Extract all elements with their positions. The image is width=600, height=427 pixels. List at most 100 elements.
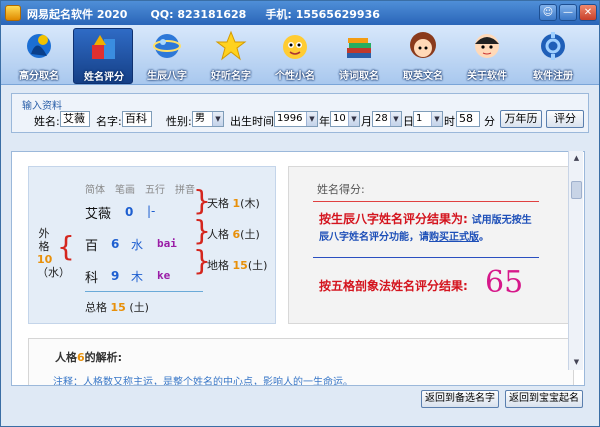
chevron-down-icon: ▼ (348, 112, 359, 126)
qq-number: 823181628 (177, 8, 247, 21)
input-panel-title: 输入资料 (22, 101, 62, 112)
tool-gaofen-quming[interactable]: 高分取名 (9, 28, 69, 84)
red-divider (313, 201, 539, 202)
main-toolbar: 高分取名 姓名评分 生辰八字 好听名字 个性小名 诗词取名 取英文名 关于软件 … (1, 25, 599, 85)
skin-button[interactable]: ☺ (539, 4, 557, 21)
zongge-divider (85, 291, 203, 292)
trial-notice-end: 。 (479, 232, 489, 243)
chevron-down-icon: ▼ (306, 112, 317, 126)
tool-label: 取英文名 (403, 71, 443, 82)
bazi-result-label: 按生辰八字姓名评分结果为: (319, 212, 468, 226)
star-icon (215, 30, 247, 61)
cartoon-face-icon (283, 35, 307, 59)
month-unit: 月 (361, 115, 372, 128)
title-bar[interactable]: 网易起名软件 2020 QQ: 823181628 手机: 1556562993… (1, 1, 599, 25)
year-unit: 年 (319, 115, 330, 128)
minute-input[interactable]: 58 (456, 111, 480, 127)
waige-element: （水） (37, 266, 70, 279)
buy-full-version-link[interactable]: 购买正式版 (429, 232, 479, 243)
year-select[interactable]: 1996 ▼ (274, 111, 318, 127)
name-grid-panel: 简体 笔画 五行 拼音 外格 10 （水） { 艾薇 0 |- 百 6 水 ba… (28, 166, 276, 324)
shapes-icon (92, 35, 115, 59)
minimize-button[interactable]: — (559, 4, 577, 21)
element-given-2: 木 (131, 270, 144, 284)
hour-select[interactable]: 1 ▼ (413, 111, 443, 127)
tool-qu-yingwenming[interactable]: 取英文名 (393, 28, 453, 84)
scroll-up-icon[interactable]: ▲ (569, 151, 584, 166)
app-logo-icon (5, 5, 21, 21)
chevron-down-icon: ▼ (390, 112, 401, 126)
input-panel: 输入资料 姓名: 艾薇 名字: 百科 性别: 男 ▼ 出生时间: 1996 ▼ … (11, 93, 589, 133)
zongge: 总格 15 (土) (85, 299, 149, 315)
tool-haoting-mingzi[interactable]: 好听名字 (201, 28, 261, 84)
month-value: 10 (333, 113, 346, 124)
back-to-candidates-button[interactable]: 返回到备选名字 (421, 390, 499, 408)
zongge-element: (土) (129, 301, 149, 314)
minute-unit: 分 (484, 115, 495, 128)
phone-label: 手机: (265, 8, 292, 21)
qq-label: QQ: (150, 8, 174, 21)
back-to-baby-naming-button[interactable]: 返回到宝宝起名 (505, 390, 583, 408)
tool-guanyu-ruanjian[interactable]: 关于软件 (457, 28, 517, 84)
tool-label: 诗词取名 (339, 71, 379, 82)
tiange-label: 天格 (207, 197, 229, 210)
tool-gexing-xiaoming[interactable]: 个性小名 (265, 28, 325, 84)
renge-element: (土) (240, 228, 260, 241)
window-title: 网易起名软件 2020 QQ: 823181628 手机: 1556562993… (27, 6, 380, 22)
gender-label: 性别: (166, 115, 192, 128)
scroll-thumb[interactable] (571, 181, 582, 199)
tool-label: 高分取名 (19, 71, 59, 82)
wuge-score: 65 (485, 265, 524, 300)
birth-time-label: 出生时间: (230, 115, 278, 128)
strokes-surname: 0 (125, 205, 134, 219)
col-header-strokes: 笔画 (115, 185, 135, 196)
analysis-title-post: 的解析: (84, 351, 123, 364)
globe-icon (153, 34, 181, 58)
results-scrollbar[interactable]: ▲ ▼ (568, 151, 583, 370)
score-title: 姓名得分: (317, 183, 365, 196)
month-select[interactable]: 10 ▼ (330, 111, 360, 127)
zongge-label: 总格 (85, 301, 107, 314)
char-surname: 艾薇 (85, 207, 112, 222)
tool-ruanjian-zhuce[interactable]: 软件注册 (523, 28, 583, 84)
tool-label: 关于软件 (467, 71, 507, 82)
col-header-simplified: 简体 (85, 185, 105, 196)
calendar-button[interactable]: 万年历 (500, 110, 542, 128)
tool-xingming-pingfen[interactable]: 姓名评分 (73, 28, 133, 84)
surname-input[interactable]: 艾薇 (60, 111, 90, 127)
surname-label: 姓名: (34, 115, 60, 128)
renge: 人格 6(土) (207, 226, 260, 242)
close-button[interactable]: ✕ (579, 4, 597, 21)
tool-label: 生辰八字 (147, 71, 187, 82)
day-select[interactable]: 28 ▼ (372, 111, 402, 127)
strokes-given-2: 9 (111, 269, 120, 283)
pinyin-given-1: bai (157, 237, 177, 250)
cartoon-boy-icon (475, 34, 499, 58)
tool-shici-quming[interactable]: 诗词取名 (329, 28, 389, 84)
tiange-element: (木) (240, 197, 260, 210)
hour-value: 1 (416, 113, 423, 124)
char-given-2: 科 (85, 271, 99, 286)
analysis-title-num: 6 (77, 351, 85, 364)
strokes-given-1: 6 (111, 237, 120, 251)
analysis-title: 人格6的解析: (55, 349, 122, 365)
gender-select[interactable]: 男 ▼ (192, 111, 224, 127)
dige-number: 15 (232, 259, 248, 272)
waige-label: 外格 (38, 227, 50, 253)
given-name-input[interactable]: 百科 (122, 111, 152, 127)
renge-label: 人格 (207, 228, 229, 241)
zongge-number: 15 (110, 301, 126, 314)
given-name-label: 名字: (96, 115, 122, 128)
phone-number: 15565629936 (295, 8, 380, 21)
score-button[interactable]: 评分 (546, 110, 584, 128)
waige-block: 外格 10 （水） (37, 227, 70, 279)
tool-shengchen-bazi[interactable]: 生辰八字 (137, 28, 197, 84)
dige: 地格 15(土) (207, 257, 267, 273)
app-window: 网易起名软件 2020 QQ: 823181628 手机: 1556562993… (0, 0, 600, 427)
dige-element: (土) (247, 259, 268, 272)
waige-number: 10 (37, 253, 53, 266)
left-brace: { (57, 230, 75, 263)
analysis-note: 注释：人格数又称主运，是整个姓名的中心点，影响人的一生命运。 (53, 377, 353, 386)
scroll-down-icon[interactable]: ▼ (569, 355, 584, 370)
chevron-down-icon: ▼ (212, 112, 223, 126)
